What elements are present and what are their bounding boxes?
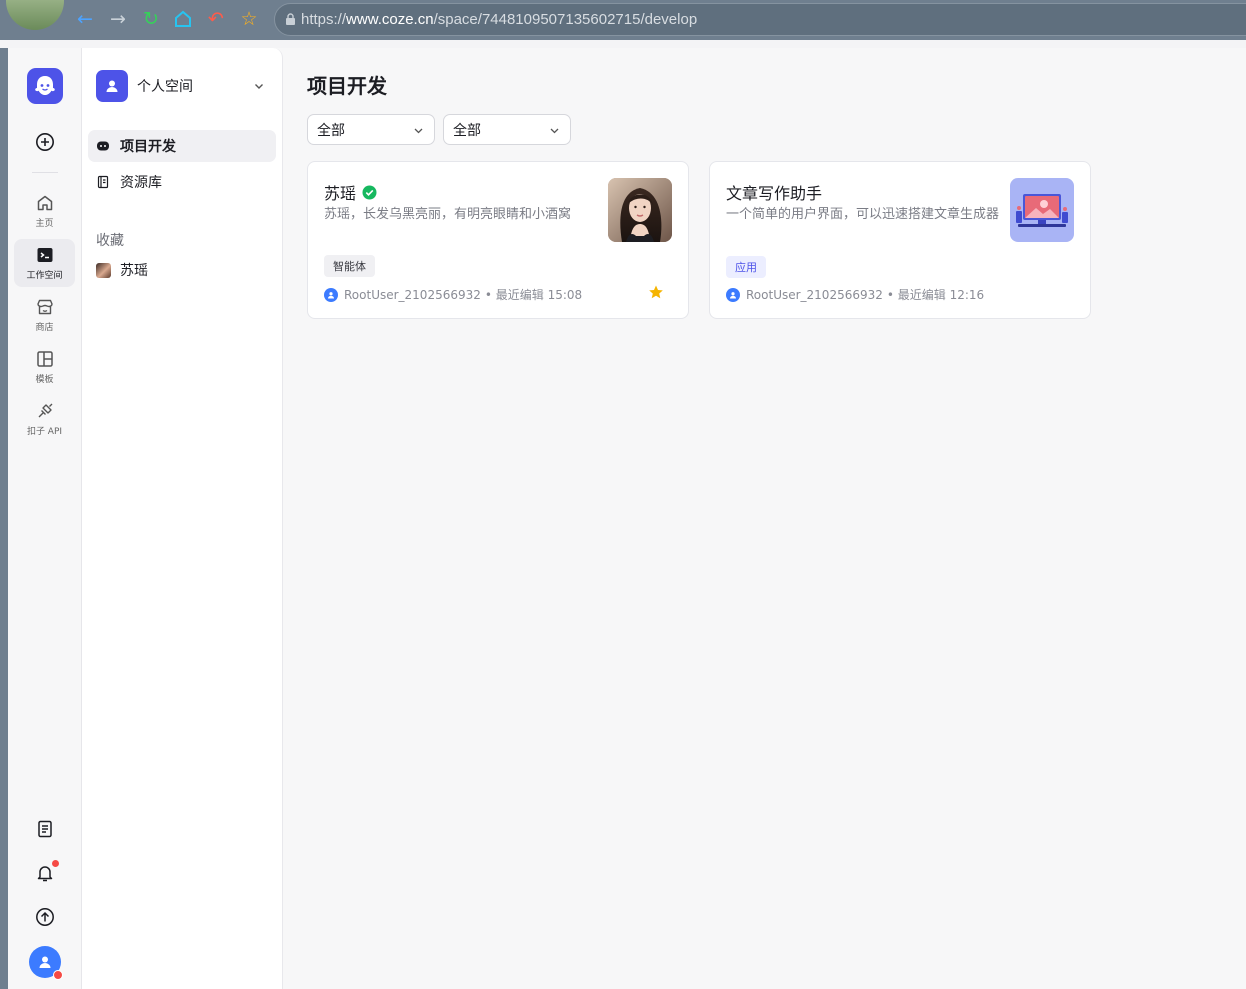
star-icon[interactable]: ☆ [238,8,260,30]
create-icon[interactable] [35,132,55,152]
menu-label-library: 资源库 [120,175,162,191]
notification-dot [52,860,59,867]
back-icon[interactable]: ← [74,8,96,30]
url-text: https://www.coze.cn/space/74481095071356… [301,11,698,28]
window-gap [0,40,1246,48]
card-meta: RootUser_2102566932 • 最近编辑 12:16 [726,286,984,303]
filter-status-value: 全部 [453,122,481,139]
space-avatar [96,70,128,102]
star-filled-icon[interactable] [648,284,664,300]
card-edited-time: • 最近编辑 15:08 [484,288,583,302]
card-description: 一个简单的用户界面，可以迅速搭建文章生成器 [726,207,1000,222]
rail-item-home[interactable]: 主页 [14,187,75,235]
address-bar[interactable]: https://www.coze.cn/space/74481095071356… [274,3,1246,36]
user-icon [730,291,736,298]
rail-label-workspace: 工作空间 [26,271,63,281]
bot-icon [97,141,109,151]
menu-label-develop: 项目开发 [120,139,176,155]
card-author: RootUser_2102566932 [344,287,481,302]
page-title: 项目开发 [307,74,387,98]
chevron-down-icon [414,128,423,134]
user-avatar[interactable] [29,946,63,980]
rail-label-templates: 模板 [35,375,54,385]
rail-item-store[interactable]: 商店 [14,291,75,339]
card-title-text: 苏瑶 [324,184,357,203]
card-title: 文章写作助手 [726,180,822,204]
space-name: 个人空间 [137,79,193,95]
api-icon [38,403,52,418]
icon-rail: 主页 工作空间 商店 模板 扣子 API [8,48,82,989]
library-icon [97,175,109,189]
lock-icon [286,13,295,25]
verified-icon [362,185,377,199]
store-icon [36,299,53,315]
card-app-image [1010,178,1074,242]
user-icon [106,80,118,92]
chevron-down-icon [255,84,263,89]
space-sidebar: 个人空间 项目开发 资源库 收藏 苏瑶 [82,48,283,989]
card-type-tag: 应用 [726,256,766,278]
card-edited-time: • 最近编辑 12:16 [886,288,985,302]
card-avatar-image [608,178,672,242]
main-content: 项目开发 全部 全部 苏瑶 苏瑶，长发乌黑亮丽，有明亮眼睛和小酒窝 智能体 Ro… [283,48,1246,989]
card-type-tag: 智能体 [324,255,375,277]
undo-icon[interactable]: ↶ [205,8,227,30]
project-card[interactable]: 苏瑶 苏瑶，长发乌黑亮丽，有明亮眼睛和小酒窝 智能体 RootUser_2102… [307,161,689,319]
window-edge [0,40,8,989]
author-avatar [726,287,740,302]
favorite-item[interactable]: 苏瑶 [88,254,276,286]
card-title-text: 文章写作助手 [726,184,823,203]
rail-label-store: 商店 [35,323,54,333]
notifications-button[interactable] [35,860,59,883]
coze-logo-icon [35,76,55,95]
space-selector[interactable]: 个人空间 [90,64,275,108]
rail-label-api: 扣子 API [26,427,63,437]
home-icon[interactable] [172,8,194,30]
rail-item-api[interactable]: 扣子 API [14,395,75,443]
coze-logo[interactable] [27,68,63,104]
card-author: RootUser_2102566932 [746,287,883,302]
document-icon[interactable] [35,819,55,839]
favorite-thumbnail [96,262,111,278]
forward-icon[interactable]: → [107,8,129,30]
home-icon [37,195,52,211]
card-title: 苏瑶 [324,180,377,204]
card-description: 苏瑶，长发乌黑亮丽，有明亮眼睛和小酒窝 [324,207,572,222]
template-icon [36,351,53,367]
chevron-down-icon [550,128,559,134]
user-icon [39,956,51,968]
rail-label-home: 主页 [35,219,54,229]
reload-icon[interactable]: ↻ [140,8,162,30]
menu-item-develop[interactable]: 项目开发 [88,130,276,162]
terminal-icon [37,248,52,262]
bell-icon [37,866,53,882]
filter-type-select[interactable]: 全部 [307,114,435,145]
favorites-title: 收藏 [96,233,124,249]
card-meta: RootUser_2102566932 • 最近编辑 15:08 [324,286,582,303]
browser-profile-avatar[interactable] [6,0,64,30]
rail-divider [32,172,58,173]
rail-item-templates[interactable]: 模板 [14,343,75,391]
filter-status-select[interactable]: 全部 [443,114,571,145]
upload-icon[interactable] [35,907,55,927]
filter-type-value: 全部 [317,122,345,139]
browser-toolbar: ← → ↻ ↶ ☆ https://www.coze.cn/space/7448… [0,0,1246,40]
user-badge [53,970,63,980]
menu-item-library[interactable]: 资源库 [88,166,276,198]
author-avatar [324,287,338,302]
project-card[interactable]: 文章写作助手 一个简单的用户界面，可以迅速搭建文章生成器 应用 RootUser… [709,161,1091,319]
app-illustration [1010,178,1074,242]
rail-item-workspace[interactable]: 工作空间 [14,239,75,287]
user-icon [328,291,334,298]
favorite-label: 苏瑶 [120,263,148,279]
portrait-image [608,178,672,242]
